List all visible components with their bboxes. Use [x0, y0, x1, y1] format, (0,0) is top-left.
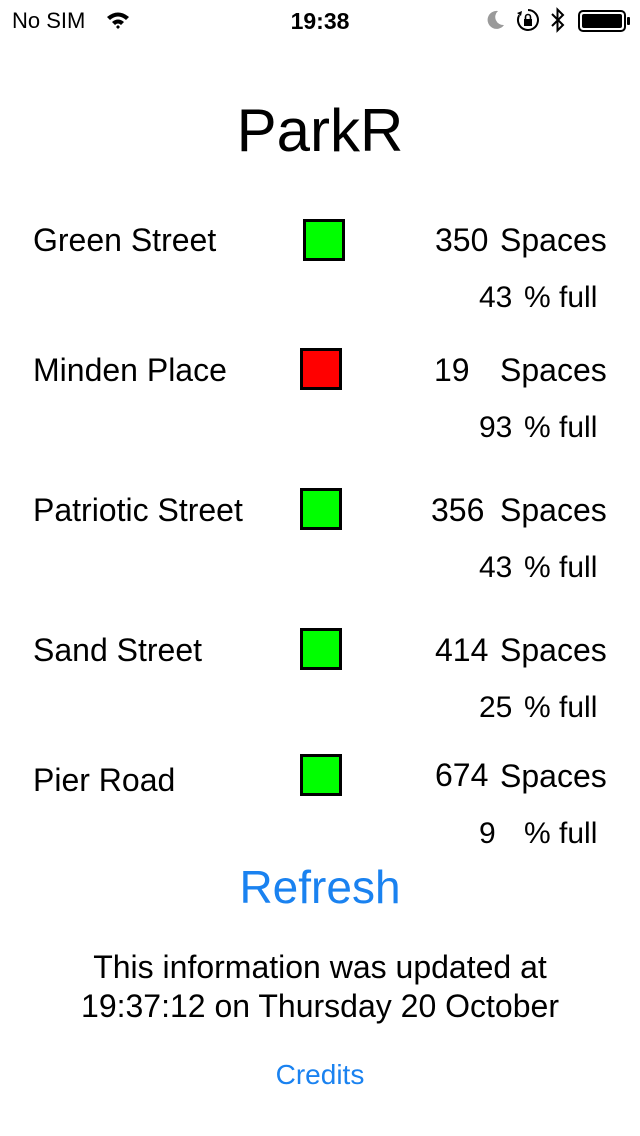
percent-full-value: 43	[479, 281, 513, 314]
refresh-button[interactable]: Refresh	[0, 860, 640, 914]
spaces-count: 19	[434, 352, 470, 388]
car-park-name: Patriotic Street	[33, 492, 243, 528]
percent-full-label: % full	[524, 411, 598, 444]
battery-icon	[578, 10, 630, 32]
spaces-label: Spaces	[500, 222, 607, 258]
credits-button[interactable]: Credits	[0, 1058, 640, 1092]
percent-full-value: 43	[479, 551, 513, 584]
availability-indicator	[303, 219, 345, 261]
last-updated-line-2: 19:37:12 on Thursday 20 October	[81, 988, 559, 1024]
last-updated-line-1: This information was updated at	[93, 949, 547, 985]
availability-indicator	[300, 754, 342, 796]
spaces-count: 356	[431, 492, 485, 528]
car-park-name: Pier Road	[33, 762, 176, 798]
spaces-label: Spaces	[500, 492, 607, 528]
car-park-name: Green Street	[33, 222, 217, 258]
car-park-name: Sand Street	[33, 632, 202, 668]
spaces-count: 674	[435, 757, 489, 793]
spaces-count: 414	[435, 632, 489, 668]
clock-time: 19:38	[290, 8, 350, 34]
spaces-label: Spaces	[500, 758, 607, 794]
availability-indicator	[300, 628, 342, 670]
percent-full-label: % full	[524, 817, 598, 850]
status-bar: No SIM 19:38	[0, 0, 640, 40]
percent-full-value: 9	[479, 817, 496, 850]
percent-full-value: 25	[479, 691, 513, 724]
percent-full-label: % full	[524, 691, 598, 724]
availability-indicator	[300, 488, 342, 530]
moon-icon	[487, 10, 504, 29]
last-updated-text: This information was updated at 19:37:12…	[40, 948, 600, 1026]
percent-full-label: % full	[524, 281, 598, 314]
app-title: ParkR	[236, 97, 404, 164]
rotation-lock-icon	[516, 9, 539, 31]
bluetooth-icon	[551, 7, 565, 33]
availability-indicator	[300, 348, 342, 390]
percent-full-value: 93	[479, 411, 513, 444]
spaces-label: Spaces	[500, 632, 607, 668]
percent-full-label: % full	[524, 551, 598, 584]
car-park-name: Minden Place	[33, 352, 227, 388]
spaces-label: Spaces	[500, 352, 607, 388]
spaces-count: 350	[435, 222, 489, 258]
